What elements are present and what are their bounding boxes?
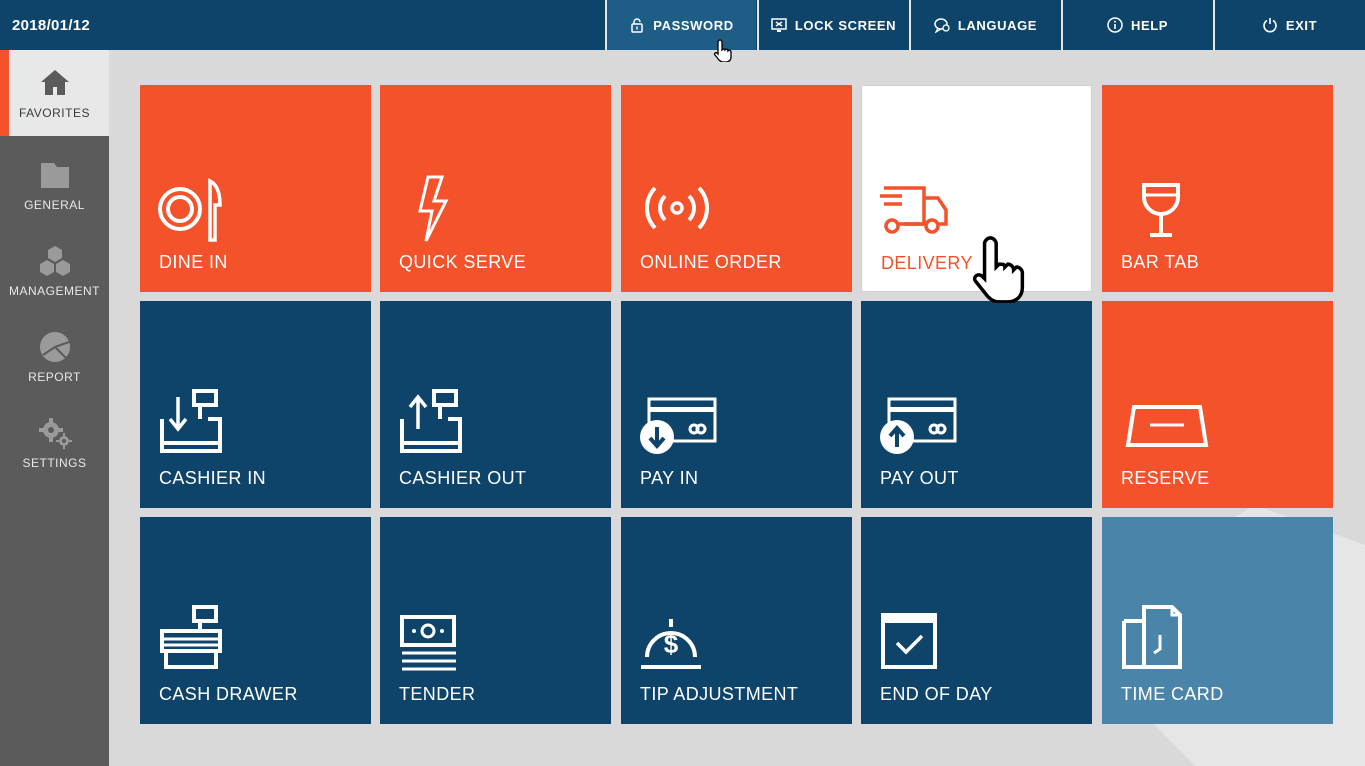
help-button[interactable]: HELP [1061, 0, 1212, 50]
tile-reserve[interactable]: RESERVE [1102, 301, 1333, 508]
wine-glass-icon [1120, 173, 1188, 241]
info-icon [1107, 17, 1123, 33]
exit-button[interactable]: EXIT [1213, 0, 1364, 50]
sidebar-item-label: MANAGEMENT [8, 284, 100, 298]
sidebar-item-general[interactable]: GENERAL [0, 142, 109, 228]
password-label: PASSWORD [653, 17, 734, 33]
tile-label: BAR TAB [1121, 252, 1200, 272]
lock-icon [629, 17, 645, 33]
tile-online-order[interactable]: ONLINE ORDER [621, 85, 852, 292]
tile-pay-in[interactable]: PAY IN [621, 301, 852, 508]
tile-label: CASHIER IN [159, 468, 267, 488]
help-label: HELP [1130, 17, 1169, 33]
sidebar-item-favorites[interactable]: FAVORITES [0, 50, 109, 136]
tile-label: PAY OUT [880, 468, 959, 488]
folder-icon [38, 158, 72, 192]
tile-dine-in[interactable]: DINE IN [140, 85, 371, 292]
language-label: LANGUAGE [957, 17, 1038, 33]
tile-cashier-out[interactable]: CASHIER OUT [380, 301, 611, 508]
sidebar-item-report[interactable]: REPORT [0, 314, 109, 400]
tile-end-of-day[interactable]: END OF DAY [861, 517, 1092, 724]
tile-label: DELIVERY [881, 253, 973, 273]
broadcast-icon [639, 173, 709, 241]
gears-icon [38, 416, 72, 450]
cash-drawer-icon [158, 605, 226, 673]
language-button[interactable]: LANGUAGE [909, 0, 1060, 50]
tile-time-card[interactable]: TIME CARD [1102, 517, 1333, 724]
tile-label: RESERVE [1121, 468, 1210, 488]
truck-icon [880, 174, 948, 242]
lock-screen-button[interactable]: LOCK SCREEN [757, 0, 908, 50]
lock-screen-icon [771, 17, 787, 33]
banknote-icon [398, 605, 466, 673]
card-out-icon [879, 389, 957, 457]
tile-label: DINE IN [159, 252, 228, 272]
tile-tip-adjustment[interactable]: $ TIP ADJUSTMENT [621, 517, 852, 724]
tile-label: QUICK SERVE [399, 252, 527, 272]
dollar-bell-icon: $ [639, 605, 707, 673]
tile-tender[interactable]: TENDER [380, 517, 611, 724]
tile-label: CASHIER OUT [399, 468, 527, 488]
sidebar-item-settings[interactable]: SETTINGS [0, 400, 109, 486]
reserve-sign-icon [1120, 389, 1209, 457]
plate-knife-icon [158, 173, 226, 242]
date-display: 2018/01/12 [12, 17, 91, 34]
exit-label: EXIT [1285, 17, 1318, 33]
tile-label: TIP ADJUSTMENT [640, 684, 799, 704]
lightning-icon [398, 173, 466, 242]
tile-cashier-in[interactable]: CASHIER IN [140, 301, 371, 508]
pie-chart-icon [38, 330, 72, 364]
sidebar-item-management[interactable]: MANAGEMENT [0, 228, 109, 314]
tile-label: ONLINE ORDER [640, 252, 782, 272]
language-icon [934, 17, 950, 33]
home-icon [38, 66, 72, 100]
tile-label: TIME CARD [1121, 684, 1224, 704]
tile-label: TENDER [399, 684, 476, 704]
register-out-icon [398, 389, 466, 457]
power-icon [1262, 17, 1278, 33]
tile-pay-out[interactable]: PAY OUT [861, 301, 1092, 508]
sidebar-item-label: REPORT [28, 370, 81, 384]
cubes-icon [38, 244, 72, 278]
tile-label: PAY IN [640, 468, 699, 488]
sidebar: FAVORITES GENERAL MANAGEMENT REPORT SETT… [0, 50, 109, 766]
tile-delivery[interactable]: DELIVERY [861, 85, 1092, 292]
sidebar-item-label: SETTINGS [22, 456, 87, 470]
sidebar-item-label: GENERAL [24, 198, 85, 212]
card-in-icon [639, 389, 717, 457]
sidebar-item-label: FAVORITES [19, 106, 90, 120]
register-in-icon [158, 389, 226, 457]
calendar-check-icon [879, 605, 947, 673]
password-button[interactable]: PASSWORD [605, 0, 756, 50]
tile-bar-tab[interactable]: BAR TAB [1102, 85, 1333, 292]
svg-text:$: $ [664, 629, 679, 659]
tile-label: CASH DRAWER [159, 684, 298, 704]
tile-quick-serve[interactable]: QUICK SERVE [380, 85, 611, 292]
top-bar: 2018/01/12 PASSWORD LOCK SCREEN LANGUAGE… [0, 0, 1365, 50]
time-card-icon [1120, 605, 1188, 673]
tile-cash-drawer[interactable]: CASH DRAWER [140, 517, 371, 724]
tile-label: END OF DAY [880, 684, 993, 704]
lock-screen-label: LOCK SCREEN [794, 17, 897, 33]
